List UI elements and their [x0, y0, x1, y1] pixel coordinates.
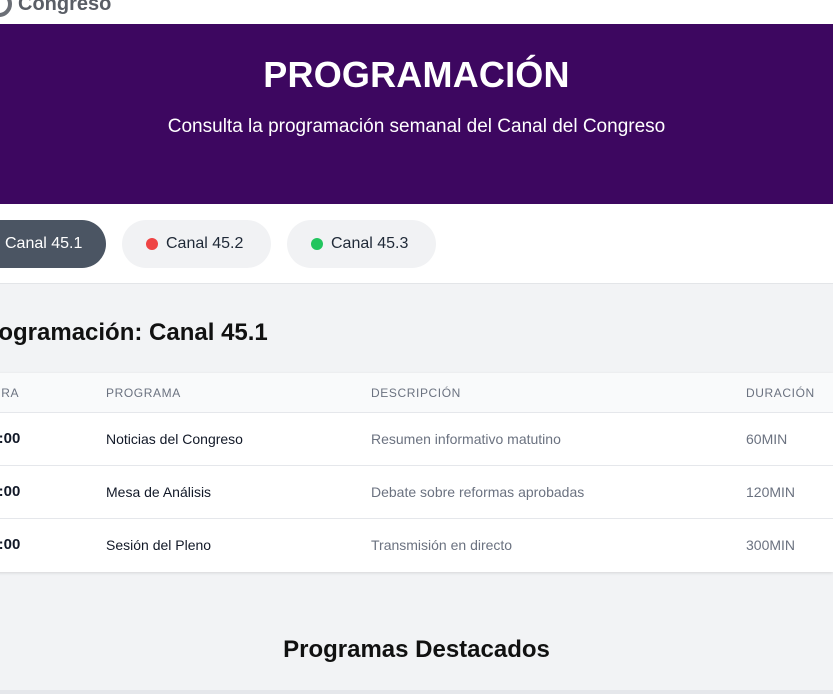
featured-title: Programas Destacados	[283, 636, 550, 663]
tab-label: Canal 45.1	[5, 235, 83, 252]
tab-label: Canal 45.3	[331, 235, 409, 252]
row-description: Debate sobre reformas aprobadas	[371, 484, 585, 500]
row-program: Sesión del Pleno	[106, 537, 212, 553]
top-bar: Congreso	[0, 0, 833, 24]
hero-banner: PROGRAMACIÓN Consulta la programación se…	[0, 24, 833, 204]
row-time: 07:00	[0, 483, 21, 500]
table-header: HORA PROGRAMA DESCRIPCIÓN DURACIÓN	[0, 373, 833, 413]
tab-canal-45-2[interactable]: Canal 45.2	[122, 220, 271, 268]
row-description: Resumen informativo matutino	[371, 431, 561, 447]
row-duration: 300MIN	[746, 537, 796, 553]
tab-canal-45-1[interactable]: Canal 45.1	[0, 220, 106, 268]
row-program: Mesa de Análisis	[106, 484, 212, 500]
table-row: 06:00 Noticias del Congreso Resumen info…	[0, 413, 833, 466]
header-program: PROGRAMA	[106, 386, 181, 400]
channel-tabs: Canal 45.1 Canal 45.2 Canal 45.3	[0, 204, 833, 284]
red-dot-icon	[146, 238, 158, 250]
row-duration: 120MIN	[746, 484, 796, 500]
tab-canal-45-3[interactable]: Canal 45.3	[287, 220, 436, 268]
row-program: Noticias del Congreso	[106, 431, 243, 447]
schedule-table: HORA PROGRAMA DESCRIPCIÓN DURACIÓN 06:00…	[0, 373, 833, 572]
row-time: 06:00	[0, 430, 21, 447]
header-duration: DURACIÓN	[746, 386, 815, 400]
table-row: 07:00 Mesa de Análisis Debate sobre refo…	[0, 466, 833, 519]
header-time: HORA	[0, 386, 20, 400]
tab-label: Canal 45.2	[166, 235, 244, 252]
logo-mark-icon	[0, 0, 12, 17]
logo[interactable]: Congreso	[0, 0, 111, 17]
page-subtitle: Consulta la programación semanal del Can…	[167, 116, 666, 137]
table-row: 09:00 Sesión del Pleno Transmisión en di…	[0, 519, 833, 572]
row-description: Transmisión en directo	[371, 537, 513, 553]
page-title: PROGRAMACIÓN	[263, 54, 570, 95]
row-duration: 60MIN	[746, 431, 788, 447]
row-time: 09:00	[0, 536, 21, 553]
logo-text: Congreso	[18, 0, 112, 15]
page: Congreso PROGRAMACIÓN Consulta la progra…	[0, 0, 833, 694]
divider	[0, 690, 833, 694]
header-description: DESCRIPCIÓN	[371, 386, 461, 400]
schedule-title: Programación: Canal 45.1	[0, 319, 268, 346]
green-dot-icon	[311, 238, 323, 250]
